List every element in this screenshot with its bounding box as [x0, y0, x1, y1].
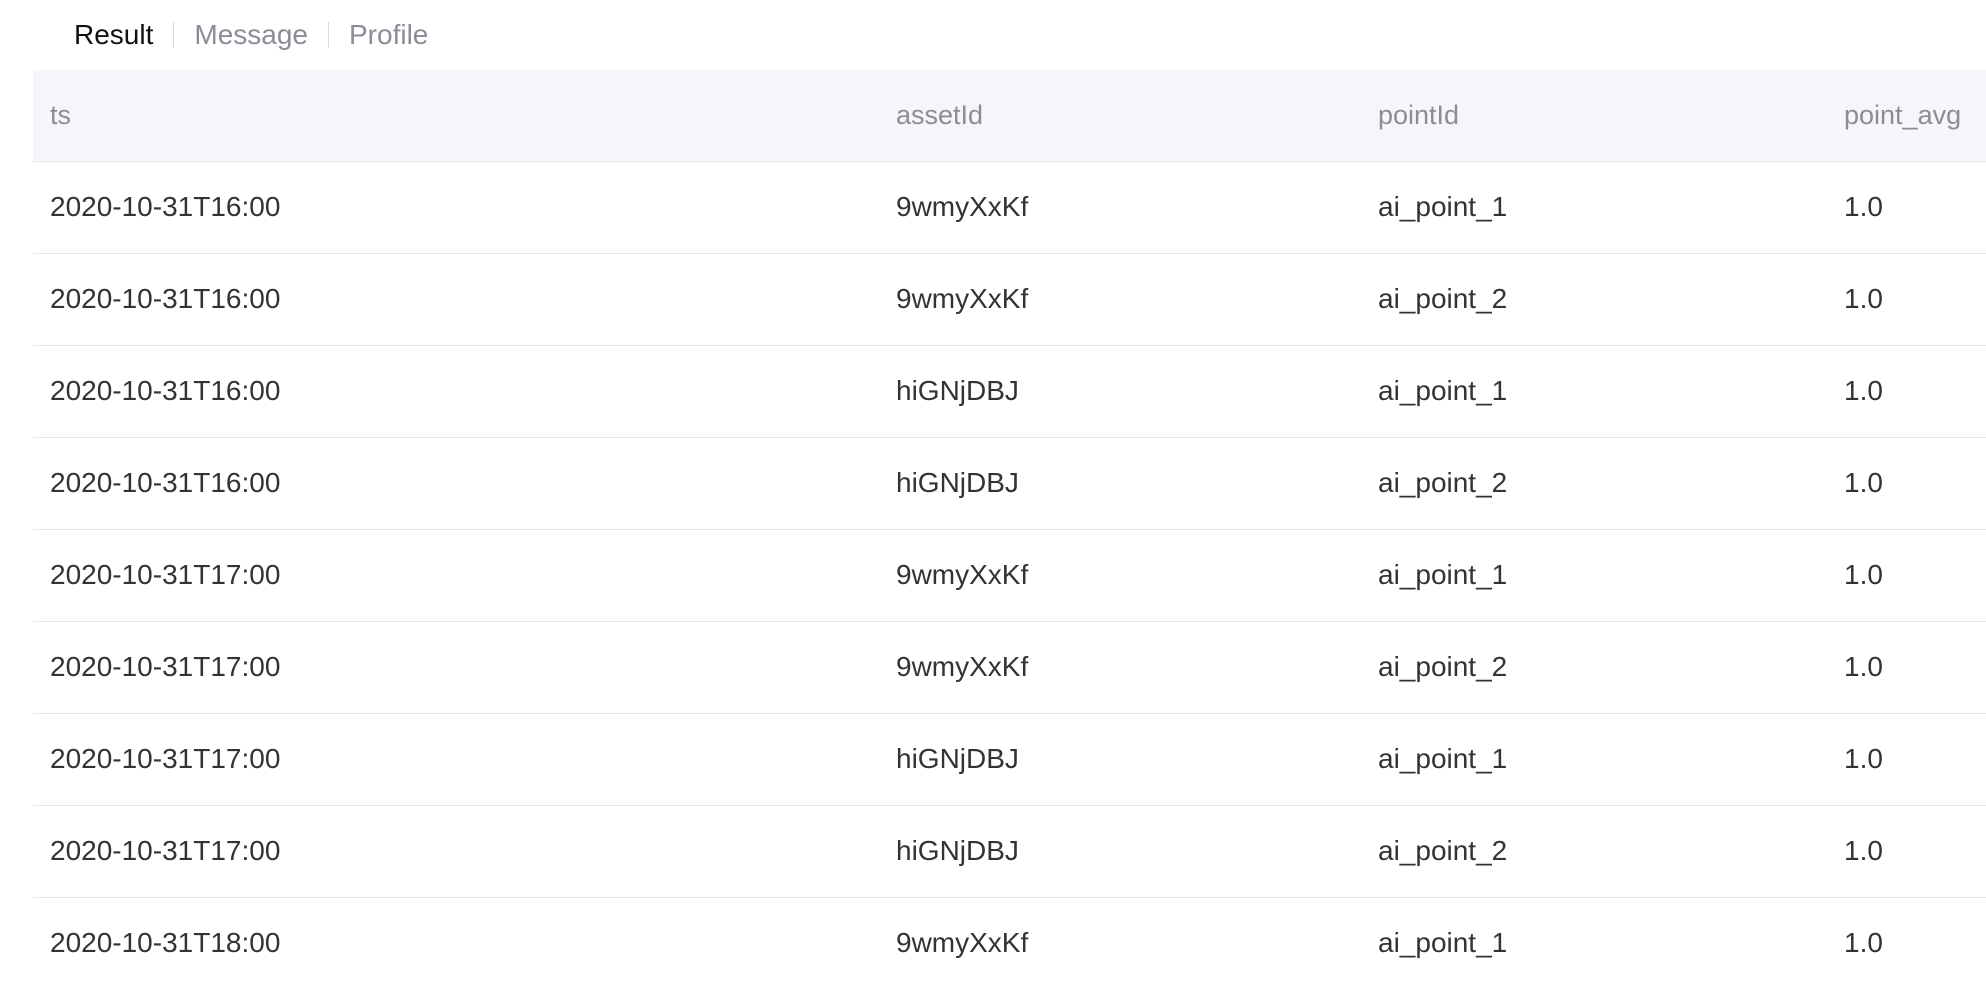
table-row: 2020-10-31T16:00 hiGNjDBJ ai_point_1 1.0 [33, 345, 1986, 438]
cell-asset-id: 9wmyXxKf [879, 253, 1361, 346]
cell-point-id: ai_point_1 [1361, 345, 1827, 438]
result-table: ts assetId pointId point_avg 2020-10-31T… [33, 70, 1986, 988]
column-header-point-avg[interactable]: point_avg [1827, 70, 1986, 162]
column-header-pointid[interactable]: pointId [1361, 70, 1827, 162]
cell-point-id: ai_point_1 [1361, 713, 1827, 806]
result-table-container[interactable]: ts assetId pointId point_avg 2020-10-31T… [33, 70, 1986, 988]
cell-point-avg: 1.0 [1827, 437, 1986, 530]
cell-ts: 2020-10-31T16:00 [33, 161, 879, 254]
column-header-assetid[interactable]: assetId [879, 70, 1361, 162]
table-row: 2020-10-31T16:00 9wmyXxKf ai_point_2 1.0 [33, 253, 1986, 346]
cell-asset-id: hiGNjDBJ [879, 713, 1361, 806]
cell-asset-id: hiGNjDBJ [879, 437, 1361, 530]
table-row: 2020-10-31T17:00 hiGNjDBJ ai_point_1 1.0 [33, 713, 1986, 806]
cell-asset-id: hiGNjDBJ [879, 805, 1361, 898]
cell-point-id: ai_point_1 [1361, 897, 1827, 988]
cell-point-avg: 1.0 [1827, 805, 1986, 898]
cell-ts: 2020-10-31T16:00 [33, 253, 879, 346]
cell-ts: 2020-10-31T16:00 [33, 437, 879, 530]
cell-point-avg: 1.0 [1827, 345, 1986, 438]
cell-asset-id: 9wmyXxKf [879, 529, 1361, 622]
cell-point-avg: 1.0 [1827, 529, 1986, 622]
cell-ts: 2020-10-31T17:00 [33, 713, 879, 806]
table-row: 2020-10-31T16:00 hiGNjDBJ ai_point_2 1.0 [33, 437, 1986, 530]
cell-point-avg: 1.0 [1827, 713, 1986, 806]
table-header-row: ts assetId pointId point_avg [33, 70, 1986, 162]
tab-profile[interactable]: Profile [329, 0, 448, 70]
table-row: 2020-10-31T17:00 hiGNjDBJ ai_point_2 1.0 [33, 805, 1986, 898]
cell-asset-id: 9wmyXxKf [879, 621, 1361, 714]
cell-point-id: ai_point_2 [1361, 805, 1827, 898]
table-row: 2020-10-31T16:00 9wmyXxKf ai_point_1 1.0 [33, 161, 1986, 254]
cell-asset-id: 9wmyXxKf [879, 161, 1361, 254]
tab-message[interactable]: Message [174, 0, 328, 70]
table-row: 2020-10-31T17:00 9wmyXxKf ai_point_2 1.0 [33, 621, 1986, 714]
cell-point-id: ai_point_2 [1361, 253, 1827, 346]
cell-asset-id: hiGNjDBJ [879, 345, 1361, 438]
result-tabs: Result Message Profile [57, 0, 448, 70]
table-row: 2020-10-31T18:00 9wmyXxKf ai_point_1 1.0 [33, 897, 1986, 988]
tab-result[interactable]: Result [57, 0, 173, 70]
cell-point-id: ai_point_2 [1361, 621, 1827, 714]
cell-point-avg: 1.0 [1827, 897, 1986, 988]
cell-point-avg: 1.0 [1827, 621, 1986, 714]
cell-ts: 2020-10-31T16:00 [33, 345, 879, 438]
cell-point-id: ai_point_1 [1361, 529, 1827, 622]
column-header-ts[interactable]: ts [33, 70, 879, 162]
cell-ts: 2020-10-31T17:00 [33, 621, 879, 714]
cell-ts: 2020-10-31T18:00 [33, 897, 879, 988]
cell-asset-id: 9wmyXxKf [879, 897, 1361, 988]
cell-point-avg: 1.0 [1827, 161, 1986, 254]
cell-point-avg: 1.0 [1827, 253, 1986, 346]
cell-point-id: ai_point_1 [1361, 161, 1827, 254]
cell-point-id: ai_point_2 [1361, 437, 1827, 530]
table-row: 2020-10-31T17:00 9wmyXxKf ai_point_1 1.0 [33, 529, 1986, 622]
cell-ts: 2020-10-31T17:00 [33, 529, 879, 622]
cell-ts: 2020-10-31T17:00 [33, 805, 879, 898]
